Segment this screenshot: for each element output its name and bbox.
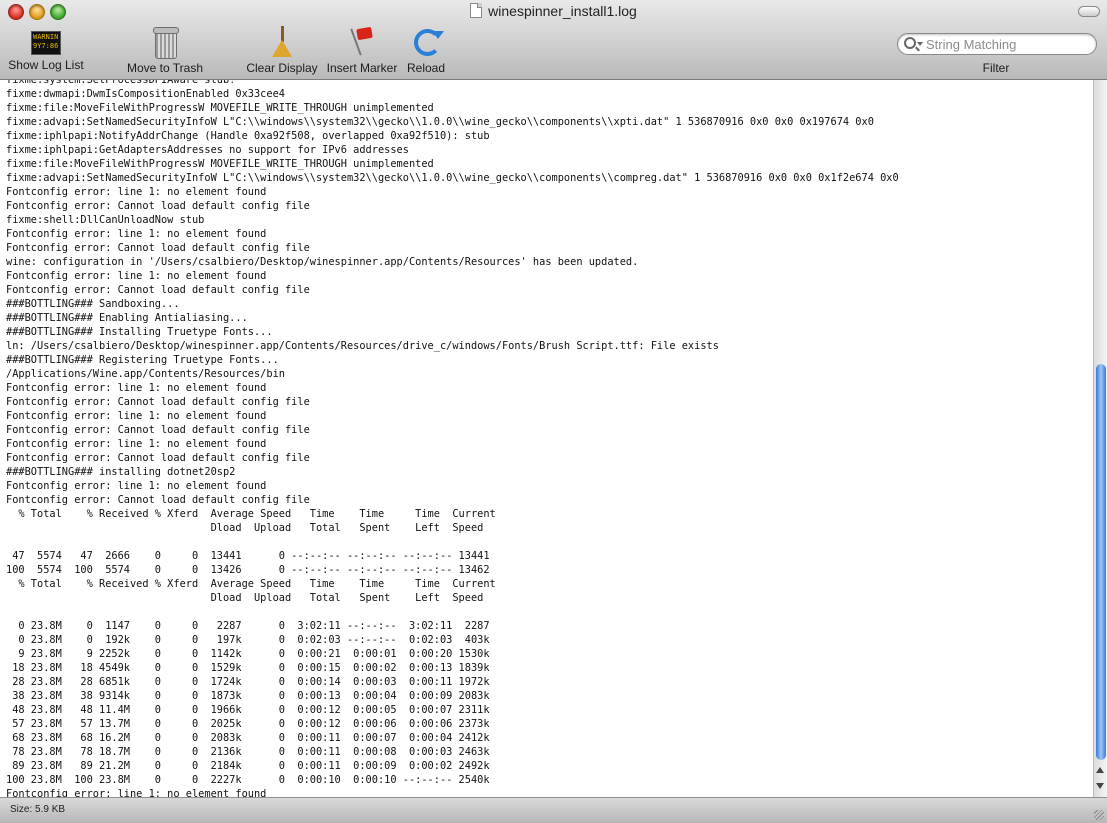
flag-icon xyxy=(349,26,375,58)
file-size-label: Size: 5.9 KB xyxy=(10,804,66,815)
clear-display-label: Clear Display xyxy=(246,61,318,75)
document-icon xyxy=(470,3,483,18)
log-line: 18 23.8M 18 4549k 0 0 1529k 0 0:00:15 0:… xyxy=(6,662,490,674)
log-line: Fontconfig error: Cannot load default co… xyxy=(6,452,310,464)
log-line: fixme:dwmapi:DwmIsCompositionEnabled 0x3… xyxy=(6,88,285,100)
clear-display-button[interactable]: Clear Display xyxy=(245,26,319,75)
log-line: 47 5574 47 2666 0 0 13441 0 --:--:-- --:… xyxy=(6,550,490,562)
log-line: fixme:file:MoveFileWithProgressW MOVEFIL… xyxy=(6,102,434,114)
log-line: Fontconfig error: line 1: no element fou… xyxy=(6,186,267,198)
move-to-trash-label: Move to Trash xyxy=(126,61,204,75)
window-title: winespinner_install1.log xyxy=(488,3,637,19)
insert-marker-label: Insert Marker xyxy=(326,61,398,75)
log-line: 0 23.8M 0 192k 0 0 197k 0 0:02:03 --:--:… xyxy=(6,634,490,646)
toolbar-toggle-button[interactable] xyxy=(1078,6,1100,17)
log-line: 100 23.8M 100 23.8M 0 0 2227k 0 0:00:10 … xyxy=(6,774,490,786)
log-line: Fontconfig error: Cannot load default co… xyxy=(6,200,310,212)
log-line: ###BOTTLING### Sandboxing... xyxy=(6,298,180,310)
log-line: ###BOTTLING### installing dotnet20sp2 xyxy=(6,466,236,478)
log-line: Fontconfig error: Cannot load default co… xyxy=(6,396,310,408)
log-line: Fontconfig error: line 1: no element fou… xyxy=(6,410,267,422)
log-line: Dload Upload Total Spent Left Speed xyxy=(6,522,484,534)
reload-icon xyxy=(412,26,444,58)
log-line: ###BOTTLING### Enabling Antialiasing... xyxy=(6,312,248,324)
log-line: wine: configuration in '/Users/csalbiero… xyxy=(6,256,639,268)
log-line: 78 23.8M 78 18.7M 0 0 2136k 0 0:00:11 0:… xyxy=(6,746,490,758)
status-bar: Size: 5.9 KB xyxy=(0,797,1107,823)
log-line: 48 23.8M 48 11.4M 0 0 1966k 0 0:00:12 0:… xyxy=(6,704,490,716)
log-line: 9 23.8M 9 2252k 0 0 1142k 0 0:00:21 0:00… xyxy=(6,648,490,660)
reload-button[interactable]: Reload xyxy=(406,26,446,75)
console-icon: WARNIN 9Y7:86 xyxy=(31,31,61,55)
log-line: Fontconfig error: line 1: no element fou… xyxy=(6,270,267,282)
insert-marker-button[interactable]: Insert Marker xyxy=(326,26,398,75)
broom-icon xyxy=(270,26,294,58)
move-to-trash-button[interactable]: Move to Trash xyxy=(125,26,205,75)
chevron-down-icon[interactable] xyxy=(917,42,923,46)
log-line: Fontconfig error: Cannot load default co… xyxy=(6,424,310,436)
trash-icon xyxy=(153,26,179,59)
log-line: fixme:shell:DllCanUnloadNow stub xyxy=(6,214,205,226)
log-line: Fontconfig error: line 1: no element fou… xyxy=(6,382,267,394)
scroll-down-arrow-icon[interactable] xyxy=(1096,783,1104,789)
log-line: fixme:iphlpapi:NotifyAddrChange (Handle … xyxy=(6,130,490,142)
resize-grip-icon[interactable] xyxy=(1094,810,1104,820)
log-line: fixme:advapi:SetNamedSecurityInfoW L"C:\… xyxy=(6,172,899,184)
log-line: 0 23.8M 0 1147 0 0 2287 0 3:02:11 --:--:… xyxy=(6,620,490,632)
log-line: 100 5574 100 5574 0 0 13426 0 --:--:-- -… xyxy=(6,564,490,576)
search-input[interactable] xyxy=(924,35,1088,54)
search-icon xyxy=(904,37,916,49)
show-log-list-button[interactable]: WARNIN 9Y7:86 Show Log List xyxy=(8,26,84,72)
log-line: /Applications/Wine.app/Contents/Resource… xyxy=(6,368,285,380)
log-line: ln: /Users/csalbiero/Desktop/winespinner… xyxy=(6,340,719,352)
show-log-list-label: Show Log List xyxy=(8,58,84,72)
log-line: % Total % Received % Xferd Average Speed… xyxy=(6,578,496,590)
log-text[interactable]: fixme:system:SetProcessDPIAware stub! fix… xyxy=(0,80,1093,797)
vertical-scrollbar[interactable] xyxy=(1093,80,1107,797)
log-line: ###BOTTLING### Registering Truetype Font… xyxy=(6,354,279,366)
filter-label: Filter xyxy=(982,61,1010,75)
log-line: % Total % Received % Xferd Average Speed… xyxy=(6,508,496,520)
log-line: Fontconfig error: line 1: no element fou… xyxy=(6,788,267,797)
log-line: 68 23.8M 68 16.2M 0 0 2083k 0 0:00:11 0:… xyxy=(6,732,490,744)
log-line: 38 23.8M 38 9314k 0 0 1873k 0 0:00:13 0:… xyxy=(6,690,490,702)
title-toolbar: winespinner_install1.log WARNIN 9Y7:86 S… xyxy=(0,0,1107,80)
scroll-up-arrow-icon[interactable] xyxy=(1096,767,1104,773)
log-line: 28 23.8M 28 6851k 0 0 1724k 0 0:00:14 0:… xyxy=(6,676,490,688)
log-line: Fontconfig error: Cannot load default co… xyxy=(6,284,310,296)
log-view[interactable]: fixme:system:SetProcessDPIAware stub! fix… xyxy=(0,80,1093,797)
log-line: fixme:file:MoveFileWithProgressW MOVEFIL… xyxy=(6,158,434,170)
log-line: fixme:system:SetProcessDPIAware stub! xyxy=(6,80,236,86)
log-line: Fontconfig error: line 1: no element fou… xyxy=(6,480,267,492)
reload-label: Reload xyxy=(406,61,446,75)
log-line: 57 23.8M 57 13.7M 0 0 2025k 0 0:00:12 0:… xyxy=(6,718,490,730)
log-line: Fontconfig error: Cannot load default co… xyxy=(6,242,310,254)
console-window: winespinner_install1.log WARNIN 9Y7:86 S… xyxy=(0,0,1107,823)
search-field[interactable] xyxy=(897,33,1097,55)
log-line: 89 23.8M 89 21.2M 0 0 2184k 0 0:00:11 0:… xyxy=(6,760,490,772)
log-line: fixme:advapi:SetNamedSecurityInfoW L"C:\… xyxy=(6,116,874,128)
scrollbar-thumb[interactable] xyxy=(1096,364,1106,760)
log-line: Dload Upload Total Spent Left Speed xyxy=(6,592,484,604)
log-line: Fontconfig error: Cannot load default co… xyxy=(6,494,310,506)
log-line: ###BOTTLING### Installing Truetype Fonts… xyxy=(6,326,273,338)
window-title-area: winespinner_install1.log xyxy=(0,3,1107,19)
log-line: Fontconfig error: line 1: no element fou… xyxy=(6,438,267,450)
log-line: fixme:iphlpapi:GetAdaptersAddresses no s… xyxy=(6,144,409,156)
log-line: Fontconfig error: line 1: no element fou… xyxy=(6,228,267,240)
